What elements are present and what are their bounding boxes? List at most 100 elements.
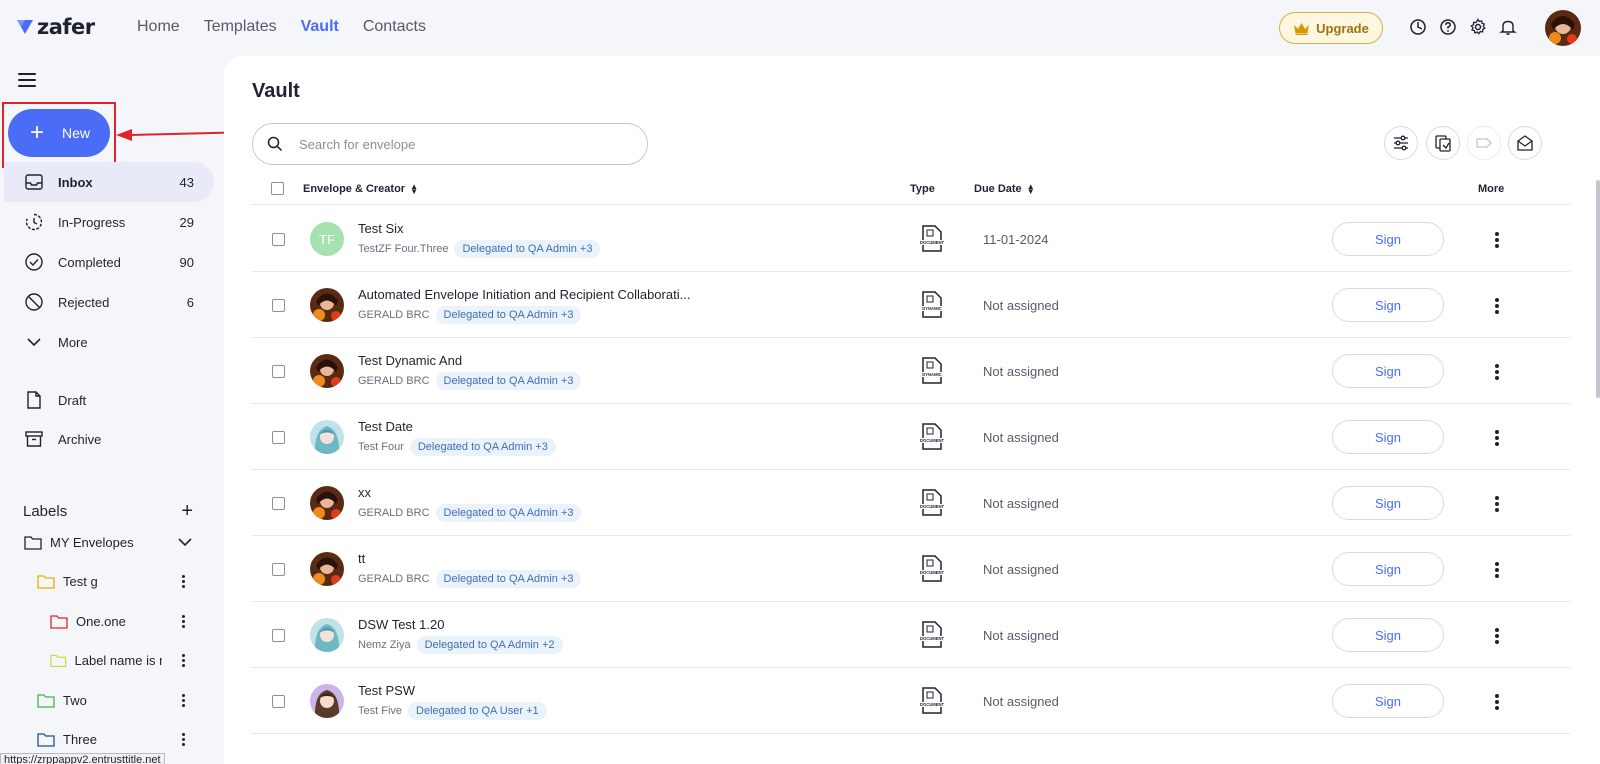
more-options-icon[interactable] [1495,232,1499,250]
sidebar-item-completed[interactable]: Completed 90 [4,242,214,282]
menu-toggle-icon[interactable] [18,73,36,87]
label-two[interactable]: Two [37,687,87,713]
row-checkbox[interactable] [272,233,285,246]
label-my-envelopes[interactable]: MY Envelopes [24,529,134,555]
delegation-badge[interactable]: Delegated to QA Admin +3 [435,372,582,390]
row-checkbox[interactable] [272,497,285,510]
bell-icon[interactable] [1499,18,1517,36]
label-options-icon[interactable] [182,615,186,629]
scrollbar[interactable] [1596,180,1600,398]
more-options-icon[interactable] [1495,298,1499,316]
label-options-icon[interactable] [182,733,186,747]
envelope-title[interactable]: xx [358,485,371,500]
label-long-name[interactable]: Label name is m [50,647,162,673]
envelope-creator: GERALD BRC [358,573,430,585]
nav-contacts[interactable]: Contacts [363,18,426,36]
delegation-badge[interactable]: Delegated to QA Admin +3 [454,240,601,258]
sidebar-item-draft[interactable]: Draft [4,380,214,420]
more-options-icon[interactable] [1495,430,1499,448]
more-options-icon[interactable] [1495,562,1499,580]
delegation-badge[interactable]: Delegated to QA Admin +2 [416,636,563,654]
avatar [310,354,344,388]
new-button[interactable]: + New [8,109,110,157]
envelope-title[interactable]: Test Dynamic And [358,353,462,368]
delegation-badge[interactable]: Delegated to QA User +1 [408,702,547,720]
settings-icon[interactable] [1469,18,1487,36]
delegation-badge[interactable]: Delegated to QA Admin +3 [409,438,556,456]
label-tag-button[interactable] [1467,126,1501,160]
table-row[interactable]: Test Dynamic And GERALD BRC Delegated to… [252,337,1570,404]
more-options-icon[interactable] [1495,364,1499,382]
sign-button[interactable]: Sign [1332,354,1444,388]
sidebar: + New Inbox 43 In-Progress 29 Completed … [0,56,224,764]
upgrade-button[interactable]: Upgrade [1279,12,1383,44]
history-icon[interactable] [1409,18,1427,36]
row-checkbox[interactable] [272,629,285,642]
table-row[interactable]: tt GERALD BRC Delegated to QA Admin +3 D… [252,535,1570,602]
due-date: Not assigned [983,496,1059,511]
main-nav: Home Templates Vault Contacts [137,18,426,36]
nav-home[interactable]: Home [137,18,180,36]
envelope-title[interactable]: DSW Test 1.20 [358,617,444,632]
chevron-down-icon[interactable] [178,538,192,547]
table-row[interactable]: Test Date Test Four Delegated to QA Admi… [252,403,1570,470]
select-all-checkbox[interactable] [271,182,284,195]
column-due-date[interactable]: Due Date ▲ ▼ [974,182,1035,195]
filter-button[interactable] [1384,126,1418,160]
sidebar-item-inbox[interactable]: Inbox 43 [4,162,214,202]
envelope-title[interactable]: Automated Envelope Initiation and Recipi… [358,287,690,302]
document-type-label: DOCUMENT [920,702,944,707]
envelope-title[interactable]: Test PSW [358,683,415,698]
label-three[interactable]: Three [37,726,97,752]
sidebar-item-rejected[interactable]: Rejected 6 [4,282,214,322]
add-label-icon[interactable]: + [181,500,193,523]
envelope-title[interactable]: Test Date [358,419,413,434]
sign-button[interactable]: Sign [1332,684,1444,718]
sidebar-item-more[interactable]: More [4,322,214,362]
label-options-icon[interactable] [182,654,186,668]
label-options-icon[interactable] [182,575,186,589]
sign-button[interactable]: Sign [1332,222,1444,256]
sign-button[interactable]: Sign [1332,420,1444,454]
search-box[interactable] [252,123,648,165]
user-avatar[interactable] [1545,10,1581,46]
row-checkbox[interactable] [272,695,285,708]
row-checkbox[interactable] [272,431,285,444]
label-options-icon[interactable] [182,694,186,708]
delegation-badge[interactable]: Delegated to QA Admin +3 [435,504,582,522]
label-test-g[interactable]: Test g [37,568,98,594]
envelope-title[interactable]: tt [358,551,365,566]
sidebar-item-in-progress[interactable]: In-Progress 29 [4,202,214,242]
table-row[interactable]: DSW Test 1.20 Nemz Ziya Delegated to QA … [252,601,1570,668]
more-options-icon[interactable] [1495,496,1499,514]
column-envelope[interactable]: Envelope & Creator ▲ ▼ [303,182,418,195]
help-icon[interactable] [1439,18,1457,36]
table-header: Envelope & Creator ▲ ▼ Type Due Date ▲ ▼ M… [252,173,1570,205]
sign-button[interactable]: Sign [1332,618,1444,652]
more-options-icon[interactable] [1495,694,1499,712]
envelope-meta: GERALD BRC Delegated to QA Admin +3 [358,372,582,390]
copy-envelope-button[interactable] [1426,126,1460,160]
table-row[interactable]: Test PSW Test Five Delegated to QA User … [252,667,1570,734]
table-row[interactable]: xx GERALD BRC Delegated to QA Admin +3 D… [252,469,1570,536]
delegation-badge[interactable]: Delegated to QA Admin +3 [435,306,582,324]
delegation-badge[interactable]: Delegated to QA Admin +3 [435,570,582,588]
mark-read-button[interactable] [1508,126,1542,160]
table-row[interactable]: Automated Envelope Initiation and Recipi… [252,271,1570,338]
nav-templates[interactable]: Templates [204,18,277,36]
nav-vault[interactable]: Vault [301,18,339,36]
search-input[interactable] [299,136,599,152]
logo[interactable]: zafer [16,15,95,39]
sidebar-item-archive[interactable]: Archive [4,419,214,459]
label-one-one[interactable]: One.one [50,608,126,634]
row-checkbox[interactable] [272,299,285,312]
clock-icon [25,213,43,231]
sign-button[interactable]: Sign [1332,288,1444,322]
sign-button[interactable]: Sign [1332,552,1444,586]
more-options-icon[interactable] [1495,628,1499,646]
row-checkbox[interactable] [272,563,285,576]
row-checkbox[interactable] [272,365,285,378]
envelope-title[interactable]: Test Six [358,221,404,236]
table-row[interactable]: TF Test Six TestZF Four.Three Delegated … [252,205,1570,272]
sign-button[interactable]: Sign [1332,486,1444,520]
